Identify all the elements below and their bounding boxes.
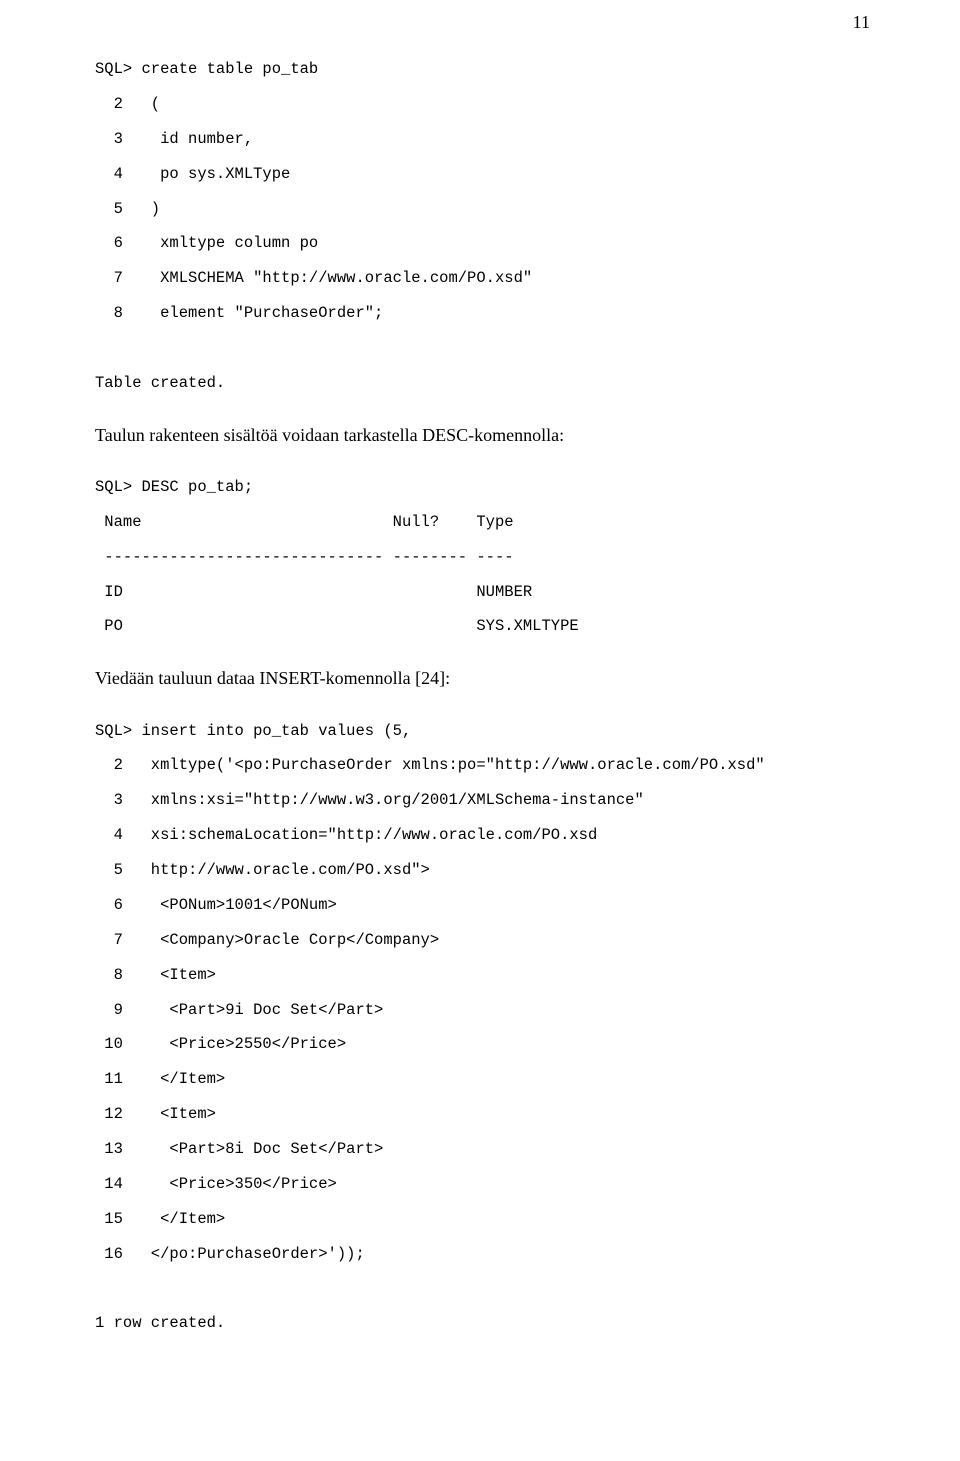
code-block-desc: SQL> DESC po_tab; Name Null? Type ------… — [95, 470, 870, 644]
page-number: 11 — [853, 12, 870, 33]
code-block-create-table: SQL> create table po_tab 2 ( 3 id number… — [95, 52, 870, 401]
paragraph-insert-intro: Viedään tauluun dataa INSERT-komennolla … — [95, 666, 870, 691]
document-page: 11 SQL> create table po_tab 2 ( 3 id num… — [0, 0, 960, 1403]
paragraph-desc-intro: Taulun rakenteen sisältöä voidaan tarkas… — [95, 423, 870, 448]
code-block-insert: SQL> insert into po_tab values (5, 2 xml… — [95, 714, 870, 1342]
